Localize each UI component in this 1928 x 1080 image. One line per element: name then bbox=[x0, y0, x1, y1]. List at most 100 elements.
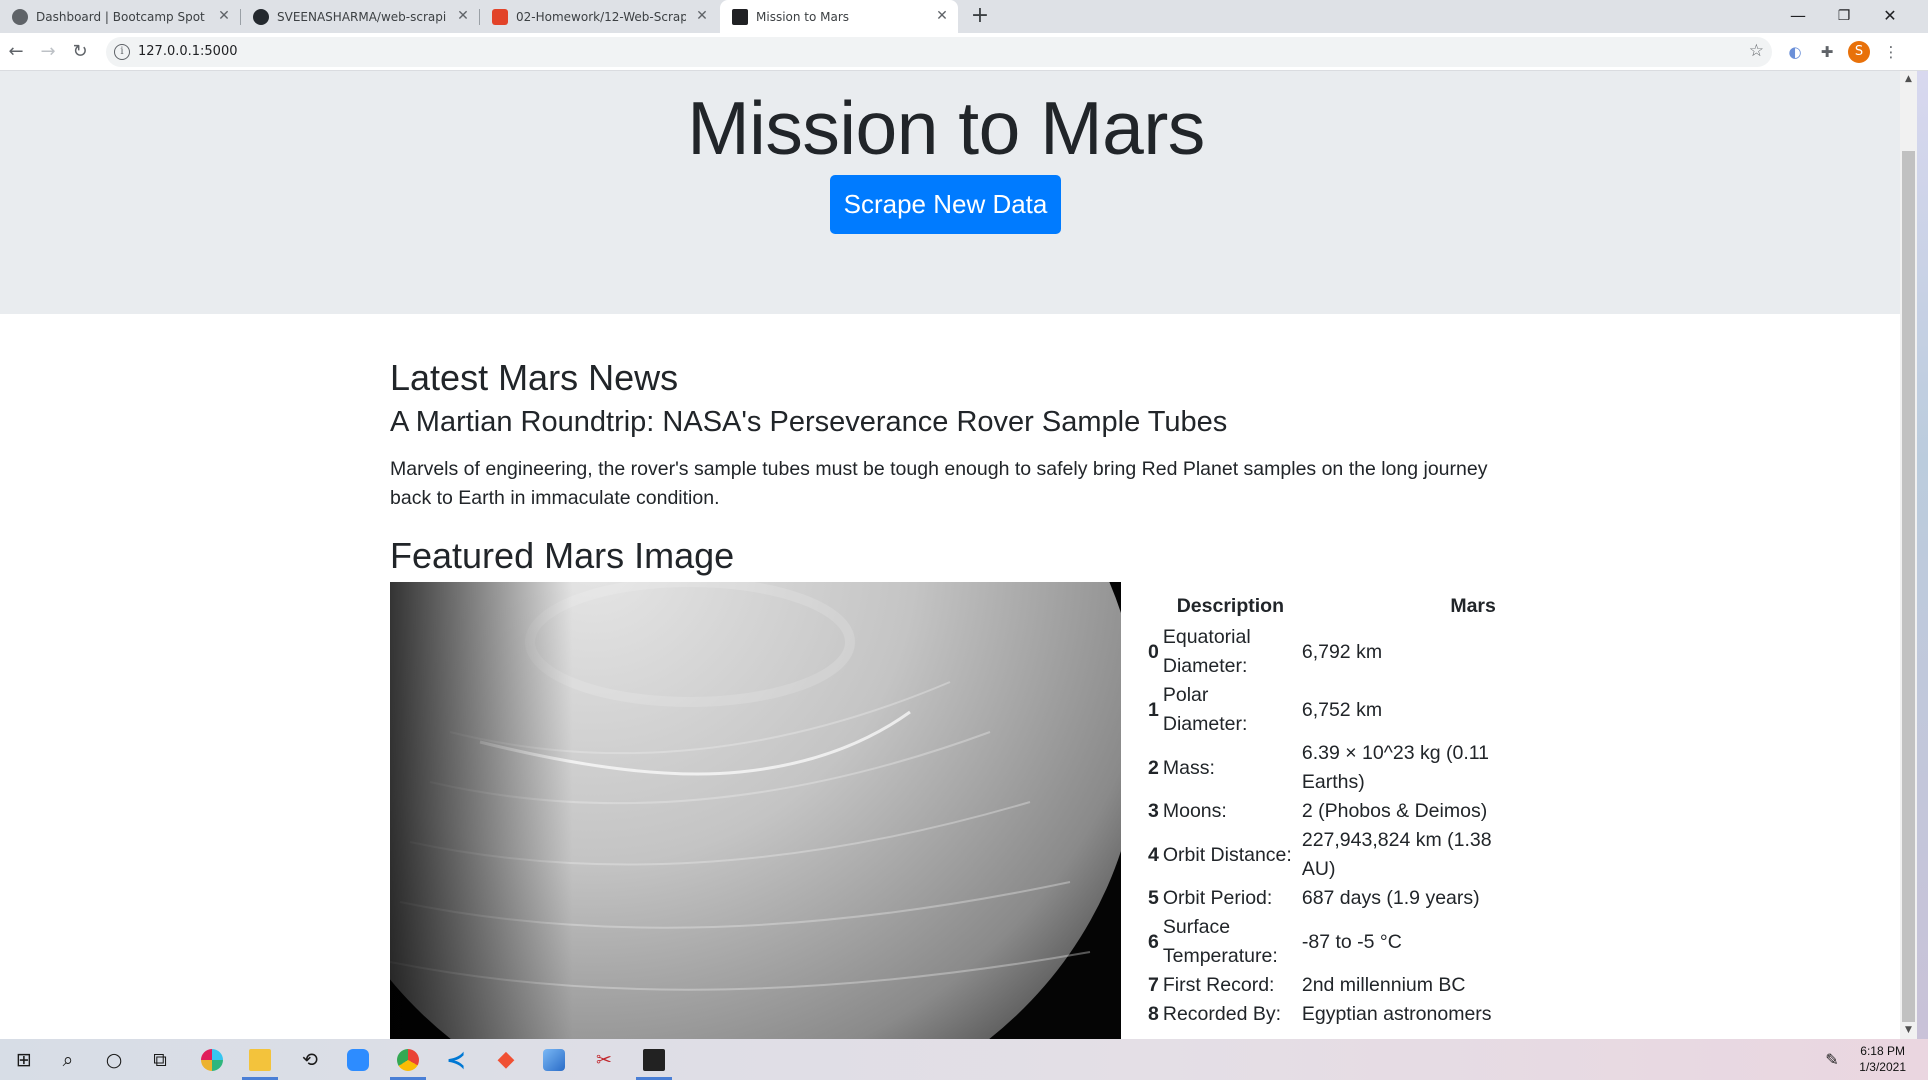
pen-icon[interactable]: ✎ bbox=[1808, 1039, 1856, 1080]
restore-button[interactable]: ❐ bbox=[1822, 2, 1866, 30]
fact-description: Mass: bbox=[1162, 756, 1215, 779]
clock-time: 6:18 PM bbox=[1860, 1044, 1905, 1058]
feedback-icon[interactable]: ⟲ bbox=[286, 1039, 334, 1080]
page-title: Mission to Mars bbox=[687, 86, 1205, 170]
row-index: 6 bbox=[1148, 930, 1159, 953]
row-index: 1 bbox=[1148, 698, 1159, 721]
page-scrollbar[interactable]: ▲ ▼ bbox=[1900, 71, 1917, 1039]
close-icon[interactable]: ✕ bbox=[694, 8, 710, 24]
terminal-icon bbox=[732, 8, 748, 25]
scrollbar-thumb[interactable] bbox=[1902, 151, 1915, 1022]
close-icon[interactable]: ✕ bbox=[216, 8, 232, 24]
table-row: 3 Moons: 2 (Phobos & Deimos) bbox=[1146, 797, 1500, 826]
table-row: 0 Equatorial Diameter: 6,792 km bbox=[1146, 623, 1500, 681]
address-bar[interactable]: i 127.0.0.1:5000 ☆ bbox=[106, 37, 1772, 67]
scroll-up-arrow[interactable]: ▲ bbox=[1900, 71, 1917, 88]
tab-gitlab[interactable]: 02-Homework/12-Web-Scraping ✕ bbox=[480, 0, 718, 33]
scrape-new-data-button[interactable]: Scrape New Data bbox=[830, 175, 1061, 234]
fact-description: Recorded By: bbox=[1162, 1003, 1282, 1025]
zoom-icon[interactable] bbox=[334, 1039, 382, 1080]
latest-news-heading: Latest Mars News bbox=[390, 357, 679, 398]
chrome-icon[interactable] bbox=[384, 1039, 432, 1080]
row-index: 7 bbox=[1148, 974, 1159, 996]
terminal-icon[interactable] bbox=[630, 1039, 678, 1080]
news-teaser: Marvels of engineering, the rover's samp… bbox=[390, 458, 1488, 509]
fact-description: First Record: bbox=[1162, 974, 1275, 996]
tab-mission-to-mars[interactable]: Mission to Mars ✕ bbox=[720, 0, 958, 33]
tab-title: Dashboard | Bootcamp Spot bbox=[36, 9, 205, 24]
forward-button[interactable]: → bbox=[36, 40, 60, 64]
search-icon[interactable]: ⌕ bbox=[44, 1039, 92, 1080]
scroll-down-arrow[interactable]: ▼ bbox=[1900, 1022, 1917, 1039]
fact-value: 6.39 × 10^23 kg (0.11 Earths) bbox=[1301, 742, 1489, 793]
featured-mars-image bbox=[390, 582, 1121, 1039]
bookmark-star-icon[interactable]: ☆ bbox=[1749, 41, 1764, 61]
fact-description: Orbit Distance: bbox=[1162, 843, 1292, 866]
fact-description: Surface Temperature: bbox=[1162, 916, 1278, 967]
close-icon[interactable]: ✕ bbox=[455, 8, 471, 24]
mars-facts-table: Description Mars 0 Equatorial Diameter: … bbox=[1146, 590, 1500, 1029]
slack-icon[interactable] bbox=[188, 1039, 236, 1080]
fact-value: 687 days (1.9 years) bbox=[1301, 887, 1480, 909]
row-index: 2 bbox=[1148, 756, 1159, 779]
new-tab-button[interactable]: + bbox=[968, 5, 992, 29]
task-view-icon[interactable]: ⧉ bbox=[136, 1039, 184, 1080]
tab-title: SVEENASHARMA/web-scraping- bbox=[277, 9, 447, 24]
github-icon bbox=[253, 8, 269, 25]
vscode-icon[interactable]: ≺ bbox=[432, 1039, 480, 1080]
site-info-icon[interactable]: i bbox=[114, 44, 130, 60]
extensions-puzzle-icon[interactable]: ✚ bbox=[1816, 41, 1838, 63]
fact-description: Moons: bbox=[1162, 800, 1227, 822]
tab-bootcamp-dashboard[interactable]: Dashboard | Bootcamp Spot ✕ bbox=[0, 0, 240, 33]
row-index: 8 bbox=[1148, 1003, 1159, 1025]
url-text: 127.0.0.1:5000 bbox=[138, 44, 238, 59]
table-row: 4 Orbit Distance: 227,943,824 km (1.38 A… bbox=[1146, 826, 1500, 884]
tab-github[interactable]: SVEENASHARMA/web-scraping- ✕ bbox=[241, 0, 479, 33]
table-row: 8 Recorded By: Egyptian astronomers bbox=[1146, 1000, 1500, 1029]
photos-icon[interactable] bbox=[530, 1039, 578, 1080]
windows-taskbar: ⊞ ⌕ ○ ⧉ ⟲ ≺ ◆ ✂ ✎ 6:18 PM 1/3/2021 bbox=[0, 1039, 1928, 1080]
back-button[interactable]: ← bbox=[4, 40, 28, 64]
snipping-tool-icon[interactable]: ✂ bbox=[580, 1039, 628, 1080]
cortana-icon[interactable]: ○ bbox=[90, 1039, 138, 1080]
close-icon[interactable]: ✕ bbox=[934, 8, 950, 24]
browser-toolbar: ← → ↻ i 127.0.0.1:5000 ☆ ◐ ✚ S ⋮ bbox=[0, 33, 1928, 71]
table-row: 1 Polar Diameter: 6,752 km bbox=[1146, 681, 1500, 739]
row-index: 0 bbox=[1148, 640, 1159, 663]
page-viewport: Mission to Mars Scrape New Data Latest M… bbox=[0, 71, 1900, 1039]
fact-value: 2 (Phobos & Deimos) bbox=[1301, 800, 1488, 822]
browser-tab-strip: Dashboard | Bootcamp Spot ✕ SVEENASHARMA… bbox=[0, 0, 1928, 33]
index-header bbox=[1146, 590, 1161, 623]
fact-description: Equatorial Diameter: bbox=[1162, 626, 1251, 677]
minimize-button[interactable]: — bbox=[1776, 2, 1820, 30]
profile-avatar[interactable]: S bbox=[1848, 41, 1870, 63]
row-index: 3 bbox=[1148, 800, 1159, 822]
jumbotron: Mission to Mars Scrape New Data bbox=[0, 71, 1900, 314]
desktop-edge bbox=[1917, 71, 1928, 1039]
git-icon[interactable]: ◆ bbox=[482, 1039, 530, 1080]
extension-icon[interactable]: ◐ bbox=[1784, 41, 1806, 63]
system-clock[interactable]: 6:18 PM 1/3/2021 bbox=[1859, 1043, 1906, 1075]
fact-value: 6,792 km bbox=[1301, 640, 1383, 663]
reload-button[interactable]: ↻ bbox=[68, 40, 92, 64]
fact-description: Polar Diameter: bbox=[1162, 684, 1248, 735]
browser-menu-icon[interactable]: ⋮ bbox=[1880, 41, 1902, 63]
fact-value: Egyptian astronomers bbox=[1301, 1003, 1492, 1025]
tab-title: 02-Homework/12-Web-Scraping bbox=[516, 9, 686, 24]
file-explorer-icon[interactable] bbox=[236, 1039, 284, 1080]
close-window-button[interactable]: ✕ bbox=[1868, 2, 1912, 30]
windows-start-icon[interactable]: ⊞ bbox=[0, 1039, 48, 1080]
fact-value: 6,752 km bbox=[1301, 698, 1383, 721]
row-index: 4 bbox=[1148, 843, 1159, 866]
column-header: Mars bbox=[1450, 595, 1496, 617]
planet-photo bbox=[390, 582, 1121, 1039]
fact-value: -87 to -5 °C bbox=[1301, 930, 1402, 953]
fact-description: Orbit Period: bbox=[1162, 887, 1273, 909]
table-row: 7 First Record: 2nd millennium BC bbox=[1146, 971, 1500, 1000]
table-row: 5 Orbit Period: 687 days (1.9 years) bbox=[1146, 884, 1500, 913]
table-header-row: Description Mars bbox=[1146, 590, 1500, 623]
tab-title: Mission to Mars bbox=[756, 9, 850, 24]
column-header: Description bbox=[1176, 595, 1284, 617]
clock-date: 1/3/2021 bbox=[1859, 1060, 1906, 1074]
gitlab-icon bbox=[492, 8, 508, 25]
